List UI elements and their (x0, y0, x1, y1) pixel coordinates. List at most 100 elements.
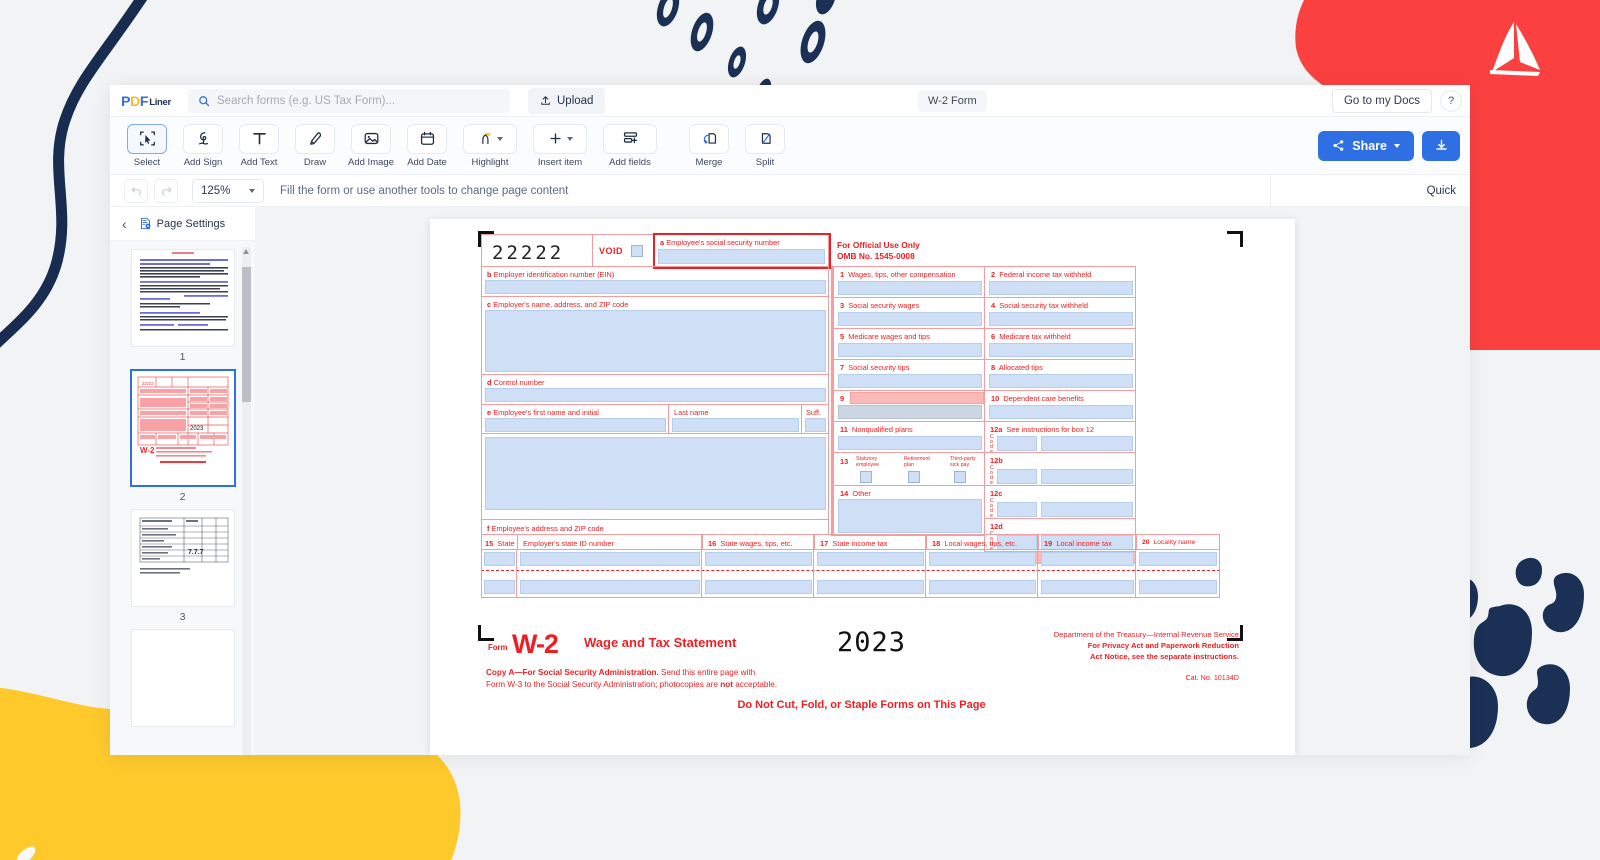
tool-add-sign[interactable]: Add Sign (180, 123, 226, 168)
state-row1-box17-input[interactable] (817, 552, 924, 566)
tool-add-sign-box (183, 123, 223, 154)
box-10-input[interactable] (989, 405, 1133, 419)
split-pages-icon (761, 133, 771, 144)
state-row2-id-input[interactable] (520, 580, 700, 594)
svg-text:22222: 22222 (142, 381, 154, 386)
scroll-up-arrow-icon[interactable] (243, 249, 249, 254)
document-name-chip[interactable]: W-2 Form (918, 89, 987, 112)
box-12a-code-input[interactable] (997, 436, 1037, 451)
box-12a-amount-input[interactable] (1041, 436, 1133, 451)
box-b-input[interactable] (485, 280, 826, 294)
tool-draw[interactable]: Draw (292, 123, 338, 168)
tool-add-date[interactable]: Add Date (404, 123, 450, 168)
box-c-code: c (487, 300, 492, 309)
retirement-plan-checkbox[interactable] (908, 471, 920, 483)
state-row2-box19-input[interactable] (1041, 580, 1134, 594)
state-row2-box17-input[interactable] (817, 580, 924, 594)
tool-highlight[interactable]: Highlight (460, 123, 520, 168)
statutory-employee-checkbox[interactable] (860, 471, 872, 483)
list-item[interactable]: 1 (125, 249, 240, 363)
page-settings-button[interactable]: Page Settings (139, 217, 225, 230)
box-d-input[interactable] (485, 388, 826, 402)
logo-word-liner: Liner (149, 97, 171, 108)
state-row1-box20-input[interactable] (1139, 552, 1217, 566)
tool-merge[interactable]: Merge (686, 123, 732, 168)
state-row2-box16-input[interactable] (705, 580, 812, 594)
box-12c-amount-input[interactable] (1041, 502, 1133, 517)
zoom-level-select[interactable]: 125% (192, 178, 264, 203)
box-3-input[interactable] (838, 312, 982, 326)
state-row2-state-input[interactable] (484, 580, 515, 594)
box-12b-code-label: C o d e (990, 465, 994, 487)
list-item[interactable] (125, 629, 240, 727)
state-row2-box18-input[interactable] (929, 580, 1036, 594)
box-7-input[interactable] (838, 374, 982, 388)
sidebar-scrollbar[interactable] (242, 247, 251, 755)
selected-field-highlight[interactable] (653, 233, 831, 269)
box-5-input[interactable] (838, 343, 982, 357)
toolbar-hint-text: Fill the form or use another tools to ch… (280, 184, 569, 197)
share-button[interactable]: Share (1318, 130, 1414, 161)
box-6-input[interactable] (989, 343, 1133, 357)
state-row1-id-input[interactable] (520, 552, 700, 566)
box-16-text: State wages, tips, etc. (720, 539, 793, 548)
page-thumbnail-2[interactable]: 22222 2023 W-2 (129, 369, 236, 487)
box-1-input[interactable] (838, 281, 982, 295)
box-16-label: 16 State wages, tips, etc. (708, 539, 793, 548)
box-12c-code-input[interactable] (997, 502, 1037, 517)
chevron-left-icon[interactable]: ‹ (116, 216, 133, 232)
box-20-text: Locality name (1153, 539, 1196, 546)
search-input[interactable]: Search forms (e.g. US Tax Form)... (188, 88, 510, 113)
pdfliner-logo[interactable]: P D F Liner (110, 85, 182, 117)
highlighter-icon (481, 132, 490, 144)
page-thumbnail-3[interactable]: 7.7.7 (130, 509, 235, 607)
highlight-caret-icon[interactable] (496, 136, 503, 141)
document-viewer[interactable]: 22222 VOID a Employee's social security … (255, 207, 1470, 755)
undo-button[interactable] (124, 178, 148, 203)
suffix-input[interactable] (805, 418, 826, 432)
tool-add-text[interactable]: Add Text (236, 123, 282, 168)
tool-add-image[interactable]: Add Image (348, 123, 394, 168)
go-to-my-docs-button[interactable]: Go to my Docs (1331, 88, 1432, 113)
tool-insert-item[interactable]: Insert item (530, 123, 590, 168)
box-12a-label: 12a See instructions for box 12 (990, 425, 1094, 434)
void-checkbox[interactable] (631, 245, 643, 257)
redo-button[interactable] (154, 178, 178, 203)
box-e-input[interactable] (485, 418, 666, 432)
pages-sidebar: ‹ Page Settings 1 22222 2023 W-2 2 7.7.7… (110, 207, 255, 755)
state-row2-box20-input[interactable] (1139, 580, 1217, 594)
box-2-input[interactable] (989, 281, 1133, 295)
box-11-input[interactable] (838, 436, 982, 450)
box-9-input[interactable] (838, 405, 982, 419)
download-button[interactable] (1422, 130, 1460, 161)
employee-address-input[interactable] (485, 437, 826, 510)
tool-select[interactable]: Select (124, 123, 170, 168)
third-party-sick-pay-checkbox[interactable] (954, 471, 966, 483)
help-button[interactable]: ? (1440, 89, 1462, 112)
tool-add-fields[interactable]: Add fields (600, 123, 660, 168)
insert-item-caret-icon[interactable] (566, 136, 573, 141)
list-item[interactable]: 22222 2023 W-2 2 (125, 369, 240, 503)
box-14-input[interactable] (838, 499, 982, 533)
box-4-input[interactable] (989, 312, 1133, 326)
state-row1-box18-input[interactable] (929, 552, 1036, 566)
quick-panel-header[interactable]: Quick (1270, 175, 1470, 207)
pdf-page[interactable]: 22222 VOID a Employee's social security … (430, 219, 1295, 755)
state-row1-box16-input[interactable] (705, 552, 812, 566)
upload-button[interactable]: Upload (528, 87, 606, 114)
box-c-input[interactable] (485, 310, 826, 372)
box-12b-code-input[interactable] (997, 469, 1037, 484)
box-8-input[interactable] (989, 374, 1133, 388)
box-12b-amount-input[interactable] (1041, 469, 1133, 484)
tool-split[interactable]: Split (742, 123, 788, 168)
share-caret-icon[interactable] (1394, 143, 1400, 148)
state-row1-state-input[interactable] (484, 552, 515, 566)
svg-text:W-2: W-2 (140, 446, 155, 455)
list-item[interactable]: 7.7.7 3 (125, 509, 240, 623)
box-16-cell: 16 State wages, tips, etc. (702, 534, 815, 550)
page-thumbnail-1[interactable] (130, 249, 235, 347)
state-row1-box19-input[interactable] (1041, 552, 1134, 566)
last-name-input[interactable] (672, 418, 799, 432)
scrollbar-thumb[interactable] (242, 267, 251, 402)
page-thumbnail-4[interactable] (130, 629, 235, 727)
